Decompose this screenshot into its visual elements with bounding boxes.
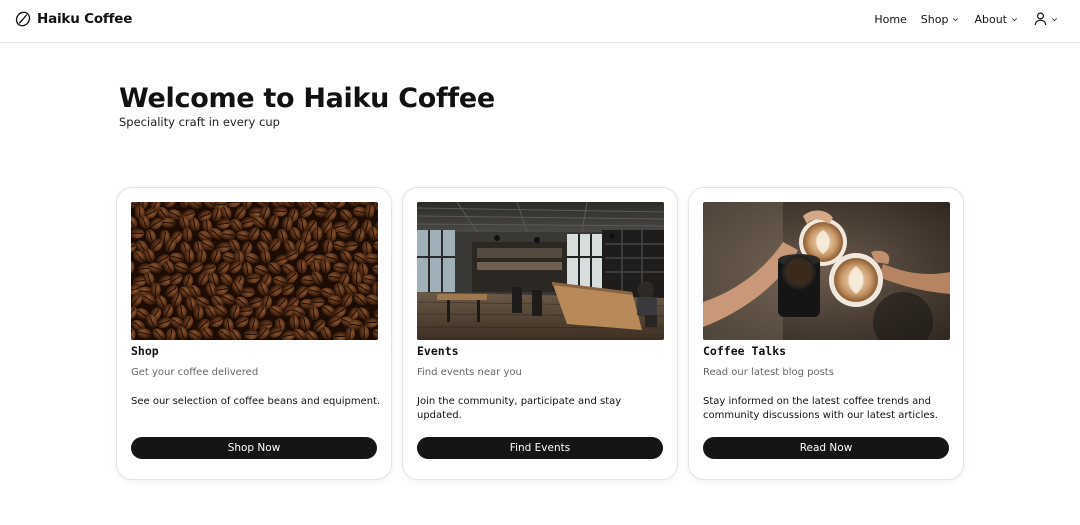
card-title: Coffee Talks (703, 344, 787, 358)
nav-about-label: About (974, 12, 1007, 26)
shop-card: Shop Get your coffee delivered See our s… (116, 187, 392, 480)
page-title: Welcome to Haiku Coffee (119, 83, 495, 114)
chevron-down-icon (1052, 17, 1057, 21)
nav-about-dropdown[interactable]: About (974, 13, 1018, 26)
card-title: Events (417, 344, 459, 358)
cafe-interior-image (417, 202, 664, 340)
find-events-button[interactable]: Find Events (417, 437, 663, 459)
nav-shop-label: Shop (920, 12, 949, 26)
read-now-button[interactable]: Read Now (703, 437, 949, 459)
nav-home-label: Home (874, 12, 907, 26)
card-subtitle: Find events near you (417, 367, 522, 378)
events-card: Events Find events near you Join the com… (402, 187, 678, 480)
user-icon (1034, 12, 1047, 26)
shop-now-button[interactable]: Shop Now (131, 437, 377, 459)
card-subtitle: Read our latest blog posts (703, 367, 834, 378)
brand-link[interactable]: Haiku Coffee (15, 11, 132, 27)
card-description: Stay informed on the latest coffee trend… (703, 396, 938, 421)
chevron-down-icon (953, 17, 959, 21)
card-title: Shop (131, 344, 159, 358)
brand-name: Haiku Coffee (37, 11, 133, 27)
top-navbar: Haiku Coffee Home Shop About (0, 0, 1080, 43)
chevron-down-icon (1012, 17, 1017, 21)
page-subtitle: Speciality craft in every cup (119, 115, 280, 129)
card-description: See our selection of coffee beans and eq… (131, 396, 381, 407)
nav-shop-dropdown[interactable]: Shop (921, 13, 960, 26)
user-account-menu[interactable] (1034, 12, 1058, 26)
latte-cheers-image (703, 202, 950, 340)
card-subtitle: Get your coffee delivered (131, 367, 259, 378)
coffee-bean-logo-icon (15, 11, 31, 27)
main-nav: Home Shop About (874, 12, 1058, 26)
card-description: Join the community, participate and stay… (417, 396, 622, 421)
coffee-beans-image (131, 202, 378, 340)
nav-home-link[interactable]: Home (874, 13, 906, 26)
coffee-talks-card: Coffee Talks Read our latest blog posts … (688, 187, 964, 480)
